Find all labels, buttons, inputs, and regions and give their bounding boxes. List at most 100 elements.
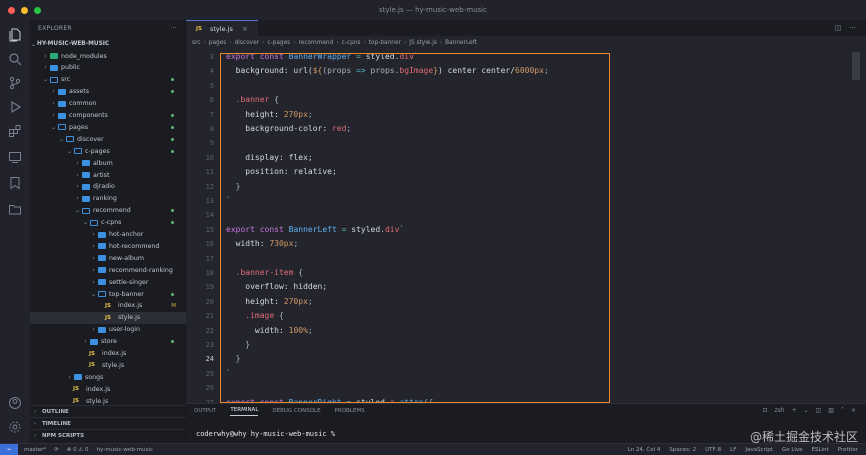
chevron-down-icon: ⌄ — [66, 147, 73, 155]
folder-item[interactable]: › hot-anchor — [30, 229, 186, 241]
folder-item[interactable]: › store — [30, 336, 186, 348]
folder-item[interactable]: › components — [30, 110, 186, 122]
folder-icon[interactable] — [8, 202, 22, 216]
file-item[interactable]: JS index.js — [30, 383, 186, 395]
folder-item[interactable]: ⌄ pages — [30, 121, 186, 133]
search-icon[interactable] — [8, 52, 22, 66]
sync-icon[interactable]: ⟳ — [54, 447, 59, 453]
tab-problems[interactable]: PROBLEMS — [335, 408, 365, 414]
remote-explorer-icon[interactable] — [8, 150, 22, 164]
timeline-panel[interactable]: › TIMELINE — [30, 417, 186, 429]
status-item[interactable]: JavaScript — [745, 447, 773, 453]
chevron-down-icon[interactable]: ⌄ — [804, 407, 809, 414]
folder-item[interactable]: › node_modules — [30, 50, 186, 62]
remote-indicator-icon[interactable]: ⌁ — [0, 443, 18, 455]
close-panel-icon[interactable]: × — [851, 407, 856, 414]
status-left: master* ⟳ ⊗ 0 ⚠ 0 hy-music-web-music — [18, 447, 153, 453]
status-item[interactable]: LF — [730, 447, 736, 453]
tab-output[interactable]: OUTPUT — [194, 408, 216, 414]
status-item[interactable]: Ln 24, Col 4 — [628, 447, 661, 453]
explorer-more-icon[interactable]: ··· — [170, 25, 177, 32]
folder-item[interactable]: › public — [30, 62, 186, 74]
breadcrumb-item[interactable]: JS style.js — [409, 40, 437, 46]
chevron-up-icon[interactable]: ˄ — [841, 407, 844, 414]
tab-terminal[interactable]: TERMINAL — [230, 407, 259, 416]
file-item[interactable]: JS style.js — [30, 311, 186, 324]
window-controls — [8, 7, 41, 14]
breadcrumb-item[interactable]: top-banner — [369, 40, 401, 46]
folder-item[interactable]: › settle-singer — [30, 276, 186, 288]
settings-gear-icon[interactable] — [8, 420, 22, 434]
npm-scripts-panel[interactable]: › NPM SCRIPTS — [30, 429, 186, 441]
bookmark-icon[interactable] — [8, 176, 22, 190]
tree-item-label: top-banner — [109, 290, 144, 298]
folder-item[interactable]: › common — [30, 98, 186, 110]
modified-dot-icon — [171, 340, 174, 344]
status-item[interactable]: Go Live — [782, 447, 803, 453]
trash-icon[interactable]: ▥ — [828, 407, 834, 414]
breadcrumb-item[interactable]: pages — [209, 40, 227, 46]
folder-item[interactable]: ⌄ recommend — [30, 205, 186, 217]
branch-status[interactable]: master* — [24, 447, 46, 453]
project-root[interactable]: ⌄ HY-MUSIC-WEB-MUSIC — [30, 38, 186, 50]
breadcrumb-item[interactable]: discover — [235, 40, 259, 46]
problems-status[interactable]: ⊗ 0 ⚠ 0 — [67, 447, 89, 453]
maximize-window-button[interactable] — [34, 7, 41, 14]
folder-item[interactable]: › user-login — [30, 324, 186, 336]
run-debug-icon[interactable] — [8, 100, 22, 114]
close-window-button[interactable] — [8, 7, 15, 14]
status-item[interactable]: Spaces: 2 — [669, 447, 696, 453]
folder-item[interactable]: › ranking — [30, 193, 186, 205]
file-item[interactable]: JS index.js M — [30, 300, 186, 312]
timeline-label: TIMELINE — [42, 420, 71, 427]
status-item[interactable]: UTF-8 — [705, 447, 721, 453]
folder-item[interactable]: ⌄ c-cpns — [30, 217, 186, 229]
folder-item[interactable]: › recommend-ranking — [30, 264, 186, 276]
file-item[interactable]: JS style.js — [30, 359, 186, 371]
code-editor[interactable]: 3 export const BannerWrapper = styled.div… — [186, 50, 866, 420]
folder-item[interactable]: › songs — [30, 371, 186, 383]
folder-item[interactable]: ⌄ discover — [30, 133, 186, 145]
scrollbar-thumb[interactable] — [852, 52, 860, 80]
chevron-right-icon: › — [403, 40, 407, 46]
folder-item[interactable]: › album — [30, 157, 186, 169]
breadcrumb-item[interactable]: c-cpns — [342, 40, 361, 46]
folder-item[interactable]: ⌄ c-pages — [30, 145, 186, 157]
close-tab-icon[interactable]: × — [242, 25, 248, 33]
panel-tools: ⊡ zsh + ⌄ ◫ ▥ ˄ × — [762, 407, 856, 414]
tab-style-js[interactable]: JS style.js × — [186, 20, 258, 36]
folder-item[interactable]: › artist — [30, 169, 186, 181]
files-icon[interactable] — [8, 28, 22, 42]
terminal-icon[interactable]: ⊡ — [762, 407, 767, 414]
extensions-icon[interactable] — [8, 124, 22, 138]
terminal-prompt[interactable]: coderwhy@why hy-music-web-music % — [196, 430, 335, 438]
project-name: HY-MUSIC-WEB-MUSIC — [37, 41, 110, 47]
breadcrumb-item[interactable]: c-pages — [267, 40, 290, 46]
new-terminal-icon[interactable]: + — [792, 407, 797, 414]
file-item[interactable]: JS index.js — [30, 348, 186, 360]
status-item[interactable]: Prettier — [838, 447, 858, 453]
breadcrumb-item[interactable]: recommend — [299, 40, 334, 46]
status-item[interactable]: ESLint — [812, 447, 829, 453]
folder-item[interactable]: › new-album — [30, 252, 186, 264]
workspace-folder[interactable]: hy-music-web-music — [97, 447, 154, 453]
folder-item[interactable]: › hot-recommend — [30, 240, 186, 252]
split-editor-icon[interactable]: ◫ — [835, 24, 842, 32]
folder-item[interactable]: ⌄ top-banner — [30, 288, 186, 300]
tab-debug-console[interactable]: DEBUG CONSOLE — [272, 408, 320, 414]
outline-panel[interactable]: › OUTLINE — [30, 405, 186, 417]
breadcrumb-item[interactable]: src — [192, 40, 200, 46]
minimize-window-button[interactable] — [21, 7, 28, 14]
outline-label: OUTLINE — [42, 408, 69, 415]
account-icon[interactable] — [8, 396, 22, 410]
modified-dot-icon — [171, 149, 174, 153]
folder-item[interactable]: › djradio — [30, 181, 186, 193]
folder-item[interactable]: › assets — [30, 86, 186, 98]
terminal-shell[interactable]: zsh — [774, 407, 784, 414]
split-terminal-icon[interactable]: ◫ — [816, 407, 822, 414]
source-control-icon[interactable] — [8, 76, 22, 90]
folder-item[interactable]: ⌄ src — [30, 74, 186, 86]
javascript-file-icon: JS — [73, 386, 80, 393]
more-actions-icon[interactable]: ··· — [849, 24, 856, 32]
breadcrumb-item[interactable]: BannerLeft — [445, 40, 477, 46]
